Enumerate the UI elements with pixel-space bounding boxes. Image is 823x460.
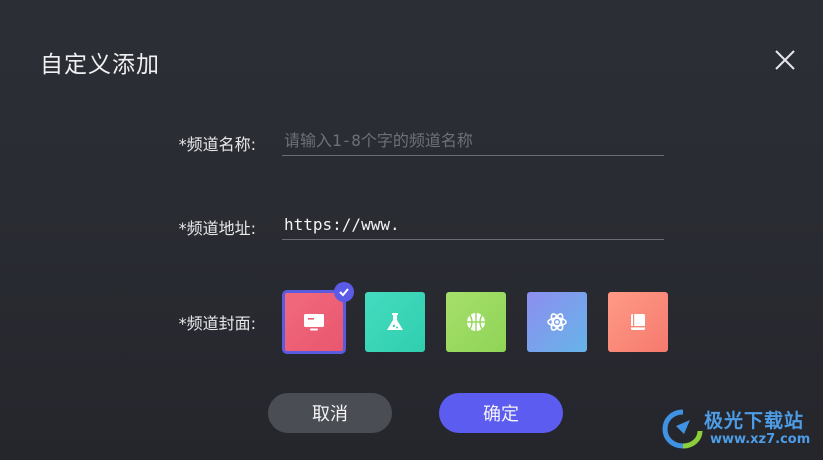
channel-name-label: *频道名称: — [178, 135, 256, 154]
cover-options — [282, 282, 668, 354]
cover-option-2[interactable] — [365, 292, 425, 352]
close-button[interactable] — [772, 47, 798, 73]
cover-option-5[interactable] — [608, 292, 668, 352]
dialog-title: 自定义添加 — [40, 52, 160, 78]
watermark-name: 极光下载站 — [704, 410, 805, 432]
basketball-icon — [467, 313, 485, 331]
selected-check-icon — [334, 282, 354, 302]
channel-cover-label: *频道封面: — [178, 314, 256, 333]
book-icon — [631, 314, 645, 330]
watermark: 极光下载站 www.xz7.com — [660, 404, 820, 456]
cover-option-1[interactable] — [282, 282, 354, 354]
cover-option-4[interactable] — [527, 292, 587, 352]
watermark-logo-icon — [662, 409, 703, 449]
cover-option-3[interactable] — [446, 292, 506, 352]
watermark-url: www.xz7.com — [710, 432, 811, 447]
close-icon — [775, 50, 795, 70]
cancel-button[interactable]: 取消 — [268, 393, 392, 433]
atom-icon — [547, 313, 567, 331]
monitor-icon — [304, 314, 324, 331]
channel-name-input[interactable] — [282, 126, 664, 156]
flask-icon — [387, 313, 403, 330]
confirm-button[interactable]: 确定 — [439, 393, 563, 433]
channel-url-input[interactable] — [282, 210, 664, 240]
channel-url-label: *频道地址: — [178, 219, 256, 238]
